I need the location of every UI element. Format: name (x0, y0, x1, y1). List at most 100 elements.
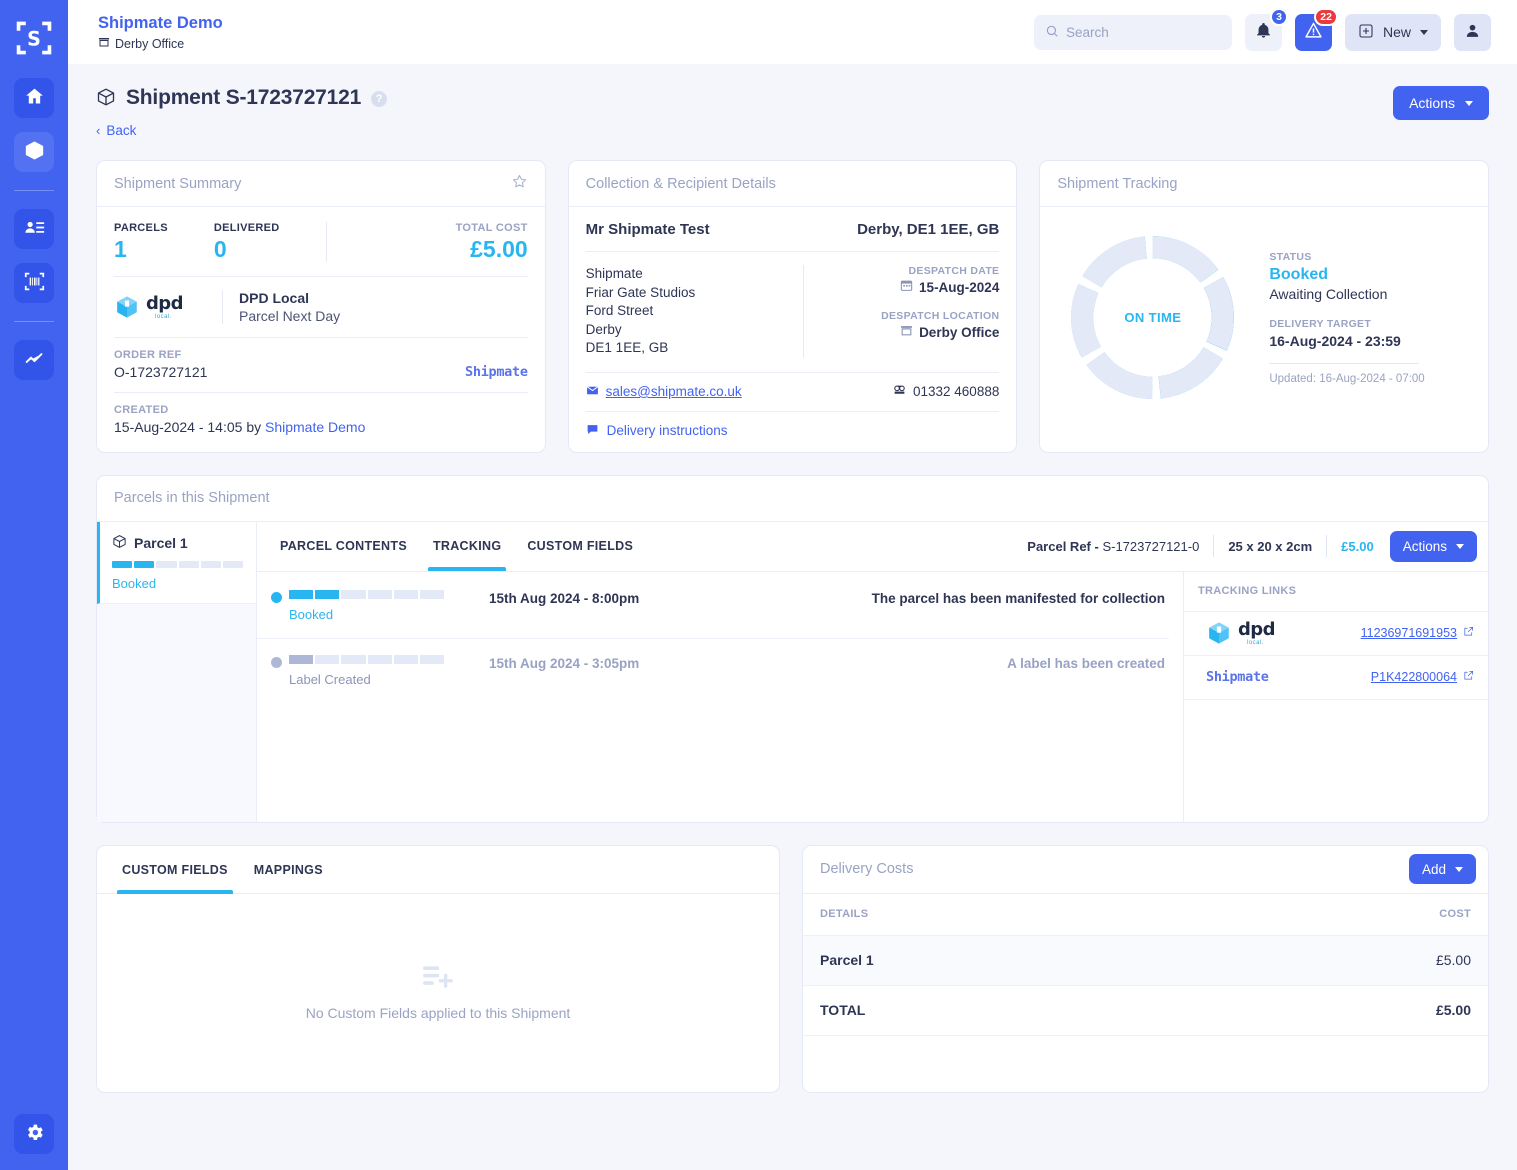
delivery-costs-column-headers: DETAILS COST (803, 894, 1488, 936)
despatch-date-label: DESPATCH DATE (908, 265, 1000, 277)
brand-name[interactable]: Shipmate Demo (98, 13, 223, 33)
tab-custom-fields[interactable]: CUSTOM FIELDS (109, 846, 241, 894)
bell-icon (1255, 22, 1272, 42)
tab-parcel-contents[interactable]: PARCEL CONTENTS (267, 521, 420, 571)
timeline-status-block: Booked (289, 589, 489, 622)
column-header-details: DETAILS (820, 908, 869, 920)
search-icon (1045, 24, 1059, 41)
tab-tracking[interactable]: TRACKING (420, 521, 514, 571)
address-line: Ford Street (585, 303, 654, 318)
progress-segment (367, 589, 392, 599)
parcel-list: Parcel 1 Booked (97, 521, 257, 822)
tracking-link[interactable]: 11236971691953 (1361, 626, 1474, 640)
search-input[interactable] (1065, 24, 1243, 40)
despatch-date-group: DESPATCH DATE 15-Aug-2024 (824, 265, 999, 295)
progress-segment (393, 654, 418, 664)
trending-up-icon (24, 348, 45, 372)
created-by-link[interactable]: Shipmate Demo (265, 419, 365, 435)
list-item[interactable]: Parcel 1 Booked (97, 521, 256, 604)
tracking-timeline: Booked 15th Aug 2024 - 8:00pm The parcel… (257, 572, 1183, 822)
alerts-badge: 22 (1314, 7, 1338, 26)
star-outline-icon[interactable] (511, 173, 528, 194)
sidebar-item-shipments[interactable] (14, 132, 54, 172)
custom-fields-empty-text: No Custom Fields applied to this Shipmen… (305, 1005, 571, 1021)
sidebar-item-settings[interactable] (14, 1114, 54, 1154)
search-box[interactable]: / (1033, 14, 1256, 50)
stat-divider (325, 222, 327, 262)
back-link[interactable]: ‹ Back (96, 123, 1393, 138)
tab-custom-fields[interactable]: CUSTOM FIELDS (514, 521, 646, 571)
parcel-ref-label: Parcel Ref - (1027, 538, 1099, 554)
office-label: Derby Office (98, 36, 223, 51)
despatch-info: DESPATCH DATE 15-Aug-2024 DESPATCH LOCAT… (824, 265, 999, 358)
progress-segment (134, 560, 155, 568)
add-cost-button[interactable]: Add (1408, 854, 1476, 884)
parcel-item-label: Parcel 1 (134, 534, 188, 551)
new-button[interactable]: New (1344, 13, 1441, 51)
chevron-down-icon (1465, 100, 1473, 106)
despatch-location-label: DESPATCH LOCATION (881, 310, 1000, 322)
delivery-instructions-link[interactable]: Delivery instructions (569, 412, 1017, 452)
timeline-dot-icon (270, 656, 282, 668)
shipment-summary-card: Shipment Summary PARCELS 1 DELIVERED 0 T… (96, 160, 546, 453)
home-icon (24, 86, 45, 110)
shipmate-logo-icon[interactable]: S (12, 16, 56, 60)
progress-segment (367, 654, 392, 664)
address-line: Derby (585, 321, 622, 337)
courier-name: DPD Local (239, 290, 310, 306)
stat-parcels: PARCELS 1 (114, 222, 168, 262)
contact-card-icon (24, 217, 45, 241)
shipmate-watermark: Shipmate (465, 364, 528, 380)
timeline-status-label: Booked (289, 606, 334, 622)
sidebar-item-contacts[interactable] (14, 209, 54, 249)
delivery-instructions-label: Delivery instructions (606, 423, 728, 438)
recipient-phone-text: 01332 460888 (913, 384, 1000, 399)
chevron-down-icon (1455, 866, 1463, 872)
tracking-link-code: 11236971691953 (1360, 626, 1457, 640)
actions-button[interactable]: Actions (1393, 86, 1489, 120)
progress-segment (341, 589, 366, 599)
sidebar-item-reports[interactable] (14, 340, 54, 380)
sidebar-item-home[interactable] (14, 78, 54, 118)
shipment-tracking-header: Shipment Tracking (1040, 161, 1489, 207)
comment-icon (586, 423, 599, 439)
shipment-summary-title: Shipment Summary (114, 175, 242, 192)
progress-segment (315, 654, 340, 664)
tab-mappings[interactable]: MAPPINGS (241, 846, 336, 894)
parcel-actions-button[interactable]: Actions (1389, 530, 1477, 562)
recipient-email-link[interactable]: sales@shipmate.co.uk (586, 384, 742, 400)
parcel-ref: Parcel Ref - S-1723727121-0 (1027, 539, 1199, 554)
meta-divider (1326, 535, 1328, 557)
plus-square-icon (1358, 23, 1374, 42)
alerts-button[interactable]: 22 (1294, 7, 1338, 51)
tracking-link[interactable]: P1K422800064 (1371, 670, 1474, 684)
tracking-status-sub: Awaiting Collection (1269, 285, 1388, 302)
progress-segment (289, 654, 314, 664)
summary-row: Shipment Summary PARCELS 1 DELIVERED 0 T… (96, 160, 1490, 453)
chevron-down-icon (1456, 543, 1464, 549)
courier-divider (222, 290, 223, 324)
gear-icon (24, 1122, 45, 1146)
external-link-icon (1463, 670, 1474, 684)
sidebar-item-scan[interactable] (14, 263, 54, 303)
notifications-button[interactable]: 3 (1244, 7, 1288, 51)
parcels-card: Parcels in this Shipment Parcel 1 Booked… (96, 474, 1489, 823)
parcel-dimensions: 25 x 20 x 2cm (1228, 538, 1313, 554)
parcel-meta: Parcel Ref - S-1723727121-0 25 x 20 x 2c… (1027, 530, 1488, 562)
recipient-body: Shipmate Friar Gate Studios Ford Street … (569, 252, 1017, 372)
page-header: Shipment S-1723727121 ? ‹ Back Actions (96, 86, 1489, 138)
created-label: CREATED (114, 404, 169, 416)
table-row: Label Created 15th Aug 2024 - 3:05pm A l… (257, 637, 1169, 687)
recipient-place: Derby, DE1 1EE, GB (857, 221, 1000, 238)
timeline-dot-icon (270, 591, 282, 603)
custom-fields-tabs: CUSTOM FIELDS MAPPINGS (97, 846, 779, 894)
sidebar-divider-2 (14, 321, 54, 322)
account-button[interactable] (1454, 13, 1491, 51)
store-icon (98, 36, 110, 51)
question-mark-icon[interactable]: ? (371, 91, 388, 107)
recipient-title: Collection & Recipient Details (585, 175, 776, 192)
parcel-tab-content: Booked 15th Aug 2024 - 8:00pm The parcel… (257, 571, 1488, 822)
timeline-date: 15th Aug 2024 - 8:00pm (489, 590, 640, 606)
parcel-actions-label: Actions (1402, 538, 1447, 554)
progress-segment (112, 560, 133, 568)
